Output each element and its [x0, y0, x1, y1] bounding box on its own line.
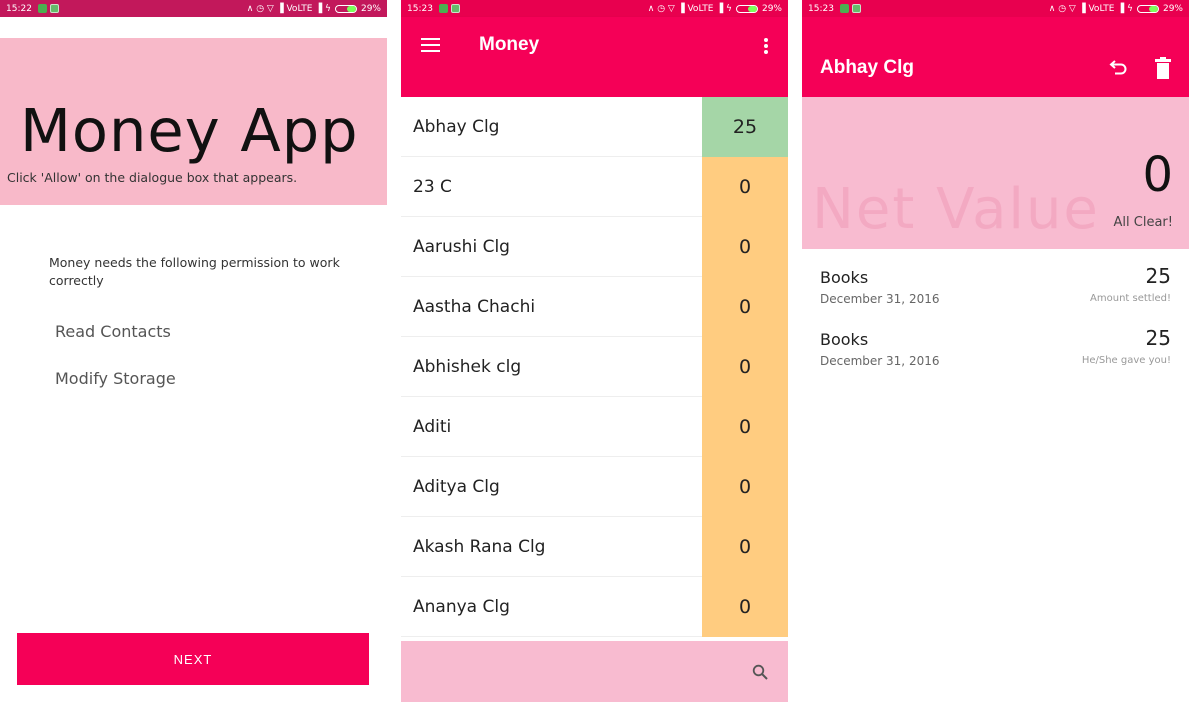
- contact-amount: 0: [702, 577, 788, 637]
- more-vert-icon[interactable]: [764, 38, 768, 54]
- undo-icon[interactable]: [1109, 57, 1129, 77]
- notification-icon: [37, 4, 47, 13]
- contact-row[interactable]: Aditya Clg 0: [401, 457, 788, 517]
- transaction-title: Books: [820, 268, 869, 287]
- contact-name: Aarushi Clg: [413, 237, 510, 257]
- contact-amount: 0: [702, 337, 788, 397]
- app-bar-title: Money: [479, 34, 540, 55]
- contact-amount: 0: [702, 217, 788, 277]
- hero-subtitle: Click 'Allow' on the dialogue box that a…: [7, 170, 298, 185]
- contact-row[interactable]: 23 C 0: [401, 157, 788, 217]
- notification-icon: [839, 4, 849, 13]
- status-bar: 15:23 ∧ ◷ ▽ ▐ VoLTE ▐ ϟ 29%: [401, 0, 788, 17]
- contact-list: Abhay Clg 25 23 C 0 Aarushi Clg 0 Aastha Chach…: [401, 97, 788, 637]
- battery-icon: [1136, 4, 1159, 13]
- status-bar: 15:23 ∧ ◷ ▽ ▐ VoLTE ▐ ϟ 29%: [802, 0, 1189, 17]
- hero-banner: Money App Click 'Allow' on the dialogue …: [0, 38, 387, 205]
- contact-row[interactable]: Abhishek clg 0: [401, 337, 788, 397]
- status-bar: 15:22 ∧ ◷ ▽ ▐ VoLTE ▐ ϟ 29%: [0, 0, 387, 17]
- permission-screen: 15:22 ∧ ◷ ▽ ▐ VoLTE ▐ ϟ 29% Money App Cl…: [0, 0, 387, 719]
- app-bar: Money: [401, 17, 788, 97]
- contact-amount: 0: [702, 157, 788, 217]
- transaction-date: December 31, 2016: [820, 354, 940, 368]
- transaction-item[interactable]: Books December 31, 2016 25 Amount settle…: [802, 264, 1189, 318]
- notification-icon: [49, 4, 59, 13]
- transaction-date: December 31, 2016: [820, 292, 940, 306]
- contact-name: Akash Rana Clg: [413, 537, 546, 557]
- battery-icon: [334, 4, 357, 13]
- trash-icon[interactable]: [1155, 57, 1171, 79]
- menu-icon[interactable]: [421, 38, 440, 52]
- contact-row[interactable]: Aastha Chachi 0: [401, 277, 788, 337]
- contact-name: Aditya Clg: [413, 477, 500, 497]
- status-time: 15:22: [6, 3, 32, 14]
- contact-name: Abhishek clg: [413, 357, 522, 377]
- contact-row[interactable]: Ananya Clg 0: [401, 577, 788, 637]
- contact-amount: 0: [702, 457, 788, 517]
- contact-detail-screen: 15:23 ∧ ◷ ▽ ▐ VoLTE ▐ ϟ 29% Abhay Clg Ne…: [802, 0, 1189, 719]
- battery-icon: [735, 4, 758, 13]
- permission-read-contacts: Read Contacts: [55, 322, 171, 341]
- app-title: Money App: [20, 96, 359, 165]
- search-icon[interactable]: [752, 664, 768, 680]
- contact-row[interactable]: Akash Rana Clg 0: [401, 517, 788, 577]
- net-value: 0: [1142, 147, 1173, 203]
- battery-percent: 29%: [360, 3, 381, 14]
- contact-amount: 25: [702, 97, 788, 157]
- contact-name: Aastha Chachi: [413, 297, 536, 317]
- bottom-search-bar: [401, 641, 788, 702]
- contact-name: 23 C: [413, 177, 452, 197]
- contact-row[interactable]: Aditi 0: [401, 397, 788, 457]
- status-icons: ∧ ◷ ▽ ▐ VoLTE ▐ ϟ: [1048, 3, 1133, 14]
- contact-amount: 0: [702, 277, 788, 337]
- status-icons: ∧ ◷ ▽ ▐ VoLTE ▐ ϟ: [647, 3, 732, 14]
- battery-percent: 29%: [1162, 3, 1183, 14]
- net-value-panel: Net Value 0 All Clear!: [802, 97, 1189, 249]
- app-bar-title: Abhay Clg: [820, 57, 914, 78]
- contact-name: Abhay Clg: [413, 117, 500, 137]
- contact-row[interactable]: Aarushi Clg 0: [401, 217, 788, 277]
- net-value-watermark: Net Value: [812, 177, 1100, 242]
- transaction-amount: 25: [1145, 264, 1171, 288]
- permission-intro: Money needs the following permission to …: [49, 255, 340, 288]
- notification-icon: [438, 4, 448, 13]
- transaction-title: Books: [820, 330, 869, 349]
- contact-name: Aditi: [413, 417, 452, 437]
- status-icons: ∧ ◷ ▽ ▐ VoLTE ▐ ϟ: [246, 3, 331, 14]
- contacts-screen: 15:23 ∧ ◷ ▽ ▐ VoLTE ▐ ϟ 29% Money Abhay …: [401, 0, 788, 719]
- battery-percent: 29%: [761, 3, 782, 14]
- contact-amount: 0: [702, 397, 788, 457]
- contact-amount: 0: [702, 517, 788, 577]
- transaction-note: He/She gave you!: [1081, 355, 1171, 366]
- contact-name: Ananya Clg: [413, 597, 510, 617]
- transaction-item[interactable]: Books December 31, 2016 25 He/She gave y…: [802, 326, 1189, 380]
- status-time: 15:23: [808, 3, 834, 14]
- next-button[interactable]: NEXT: [17, 633, 369, 685]
- permission-modify-storage: Modify Storage: [55, 369, 176, 388]
- net-status: All Clear!: [1113, 215, 1173, 230]
- app-bar: Abhay Clg: [802, 17, 1189, 97]
- notification-icon: [851, 4, 861, 13]
- notification-icon: [450, 4, 460, 13]
- transaction-amount: 25: [1145, 326, 1171, 350]
- contact-row[interactable]: Abhay Clg 25: [401, 97, 788, 157]
- transaction-note: Amount settled!: [1090, 293, 1171, 304]
- status-time: 15:23: [407, 3, 433, 14]
